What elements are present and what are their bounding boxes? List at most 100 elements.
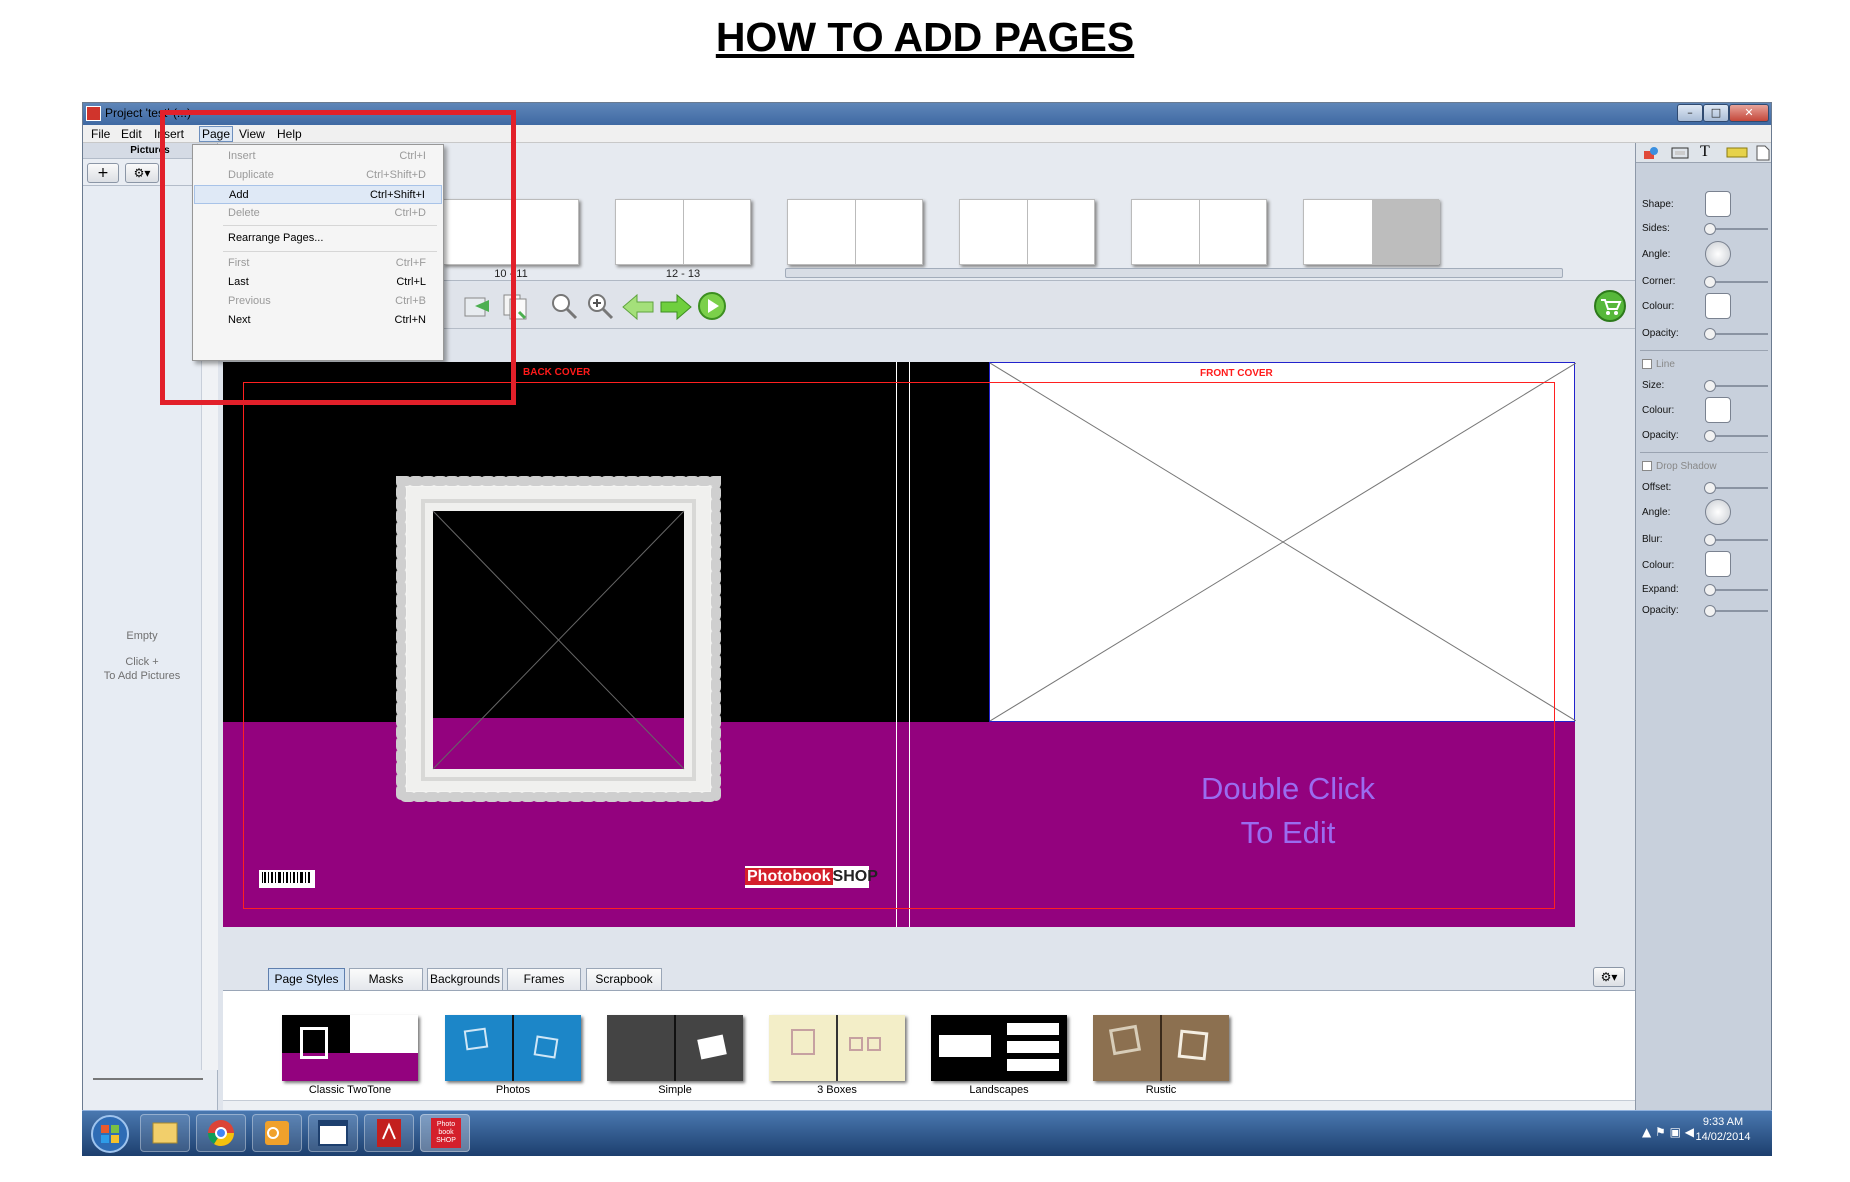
shape-tool-icon[interactable]: [1642, 145, 1660, 161]
size-knob[interactable]: [1704, 380, 1716, 392]
expand-knob[interactable]: [1704, 584, 1716, 596]
thumb-12-13[interactable]: [615, 199, 751, 265]
chrome-icon[interactable]: [196, 1114, 246, 1152]
pictures-settings-button[interactable]: ⚙▾: [125, 163, 159, 183]
shape-picker[interactable]: [1705, 191, 1731, 217]
thumb-14-15[interactable]: [787, 199, 923, 265]
back-cover-label: BACK COVER: [523, 367, 591, 378]
thumb-20[interactable]: [1303, 199, 1440, 265]
style-landscapes[interactable]: [931, 1015, 1067, 1081]
line-checkbox[interactable]: [1642, 359, 1652, 369]
style-label: Classic TwoTone: [308, 1084, 392, 1096]
close-button[interactable]: ✕: [1729, 104, 1769, 122]
start-button-icon[interactable]: [90, 1114, 130, 1154]
page-tool-icon[interactable]: [1756, 145, 1770, 161]
thumb-label: 12 - 13: [665, 268, 701, 280]
clock[interactable]: 9:33 AM 14/02/2014: [1688, 1115, 1758, 1145]
line-colour-label: Colour:: [1642, 405, 1675, 416]
shadow-colour-label: Colour:: [1642, 560, 1675, 571]
style-rustic[interactable]: [1093, 1015, 1229, 1081]
outlook-icon[interactable]: [252, 1114, 302, 1152]
tab-scrapbook[interactable]: Scrapbook: [586, 968, 662, 990]
book-spread[interactable]: BACK COVER FRONT COVER Photobook SHOP Dou…: [223, 362, 1576, 927]
style-label: 3 Boxes: [817, 1084, 857, 1096]
style-photos[interactable]: [445, 1015, 581, 1081]
expand-label: Expand:: [1642, 584, 1679, 595]
minimize-button[interactable]: –: [1677, 104, 1703, 122]
shadow-opacity-label: Opacity:: [1642, 605, 1679, 616]
style-label: Simple: [658, 1084, 692, 1096]
shadow-angle-dial[interactable]: [1705, 499, 1731, 525]
acrobat-icon[interactable]: [364, 1114, 414, 1152]
style-label: Rustic: [1145, 1084, 1177, 1096]
front-cover-label: FRONT COVER: [1200, 368, 1273, 379]
hint-line-2: To Add Pictures: [103, 670, 181, 682]
style-classic-twotone[interactable]: [282, 1015, 418, 1081]
ruler-tool-icon[interactable]: [1726, 147, 1748, 159]
angle-label: Angle:: [1642, 249, 1671, 260]
corner-knob[interactable]: [1704, 276, 1716, 288]
empty-label: Empty: [126, 630, 158, 642]
menu-file[interactable]: File: [91, 127, 110, 141]
highlight-box: [160, 110, 516, 405]
thumbnails-scrollbar[interactable]: [785, 268, 1563, 278]
previous-page-icon[interactable]: [621, 293, 655, 321]
styles-settings-button[interactable]: ⚙▾: [1593, 967, 1625, 987]
thumb-16-17[interactable]: [959, 199, 1095, 265]
menu-edit[interactable]: Edit: [121, 127, 142, 141]
explorer-icon[interactable]: [140, 1114, 190, 1152]
add-pictures-button[interactable]: +: [87, 163, 119, 183]
drop-shadow-label: Drop Shadow: [1656, 461, 1717, 472]
drop-shadow-checkbox[interactable]: [1642, 461, 1652, 471]
opacity-label: Opacity:: [1642, 328, 1679, 339]
tray-icons[interactable]: ▲ ⚑ ▣ ◀: [1642, 1125, 1694, 1139]
tab-masks[interactable]: Masks: [349, 968, 423, 990]
text-tool-icon[interactable]: T: [1700, 143, 1710, 161]
opacity-knob[interactable]: [1704, 328, 1716, 340]
windows-taskbar: Photo book SHOP ▲ ⚑ ▣ ◀ 9:33 AM 14/02/20…: [82, 1110, 1772, 1156]
style-label: Landscapes: [969, 1084, 1029, 1096]
shadow-angle-label: Angle:: [1642, 507, 1671, 518]
angle-dial[interactable]: [1705, 241, 1731, 267]
shadow-opacity-knob[interactable]: [1704, 605, 1716, 617]
sides-label: Sides:: [1642, 223, 1670, 234]
properties-tabs: T: [1636, 143, 1771, 163]
line-opacity-knob[interactable]: [1704, 430, 1716, 442]
page-styles-gallery: Classic TwoTone Photos Simple 3 Boxes La…: [223, 991, 1635, 1111]
offset-label: Offset:: [1642, 482, 1672, 493]
blur-knob[interactable]: [1704, 534, 1716, 546]
photobookshop-taskbar-icon[interactable]: Photo book SHOP: [420, 1114, 470, 1152]
stamp-frame[interactable]: [395, 475, 722, 803]
next-page-icon[interactable]: [659, 293, 693, 321]
colour-swatch[interactable]: [1705, 293, 1731, 319]
maximize-button[interactable]: □: [1703, 104, 1729, 122]
line-colour-swatch[interactable]: [1705, 397, 1731, 423]
tab-backgrounds[interactable]: Backgrounds: [427, 968, 503, 990]
colour-label: Colour:: [1642, 301, 1675, 312]
size-label: Size:: [1642, 380, 1665, 391]
window-icon[interactable]: [308, 1114, 358, 1152]
play-icon[interactable]: [697, 291, 727, 321]
style-3-boxes[interactable]: [769, 1015, 905, 1081]
corner-label: Corner:: [1642, 276, 1676, 287]
double-click-to-edit-text[interactable]: Double Click To Edit: [1103, 767, 1473, 855]
cart-icon[interactable]: [1593, 289, 1627, 323]
style-label: Photos: [495, 1084, 531, 1096]
zoom-out-icon[interactable]: [549, 291, 579, 321]
style-simple[interactable]: [607, 1015, 743, 1081]
offset-knob[interactable]: [1704, 482, 1716, 494]
app-icon: [86, 106, 101, 121]
page-heading: HOW TO ADD PAGES: [715, 14, 1135, 60]
frame-tool-icon[interactable]: [1670, 145, 1690, 161]
zoom-slider[interactable]: [93, 1078, 203, 1080]
tab-frames[interactable]: Frames: [507, 968, 581, 990]
barcode: [259, 870, 315, 888]
blur-label: Blur:: [1642, 534, 1663, 545]
thumb-18-19[interactable]: [1131, 199, 1267, 265]
sides-knob[interactable]: [1704, 223, 1716, 235]
shadow-colour-swatch[interactable]: [1705, 551, 1731, 577]
style-tabs: Page Styles Masks Backgrounds Frames Scr…: [223, 965, 1635, 991]
line-label: Line: [1656, 359, 1675, 370]
zoom-in-icon[interactable]: [585, 291, 615, 321]
tab-page-styles[interactable]: Page Styles: [268, 968, 345, 990]
